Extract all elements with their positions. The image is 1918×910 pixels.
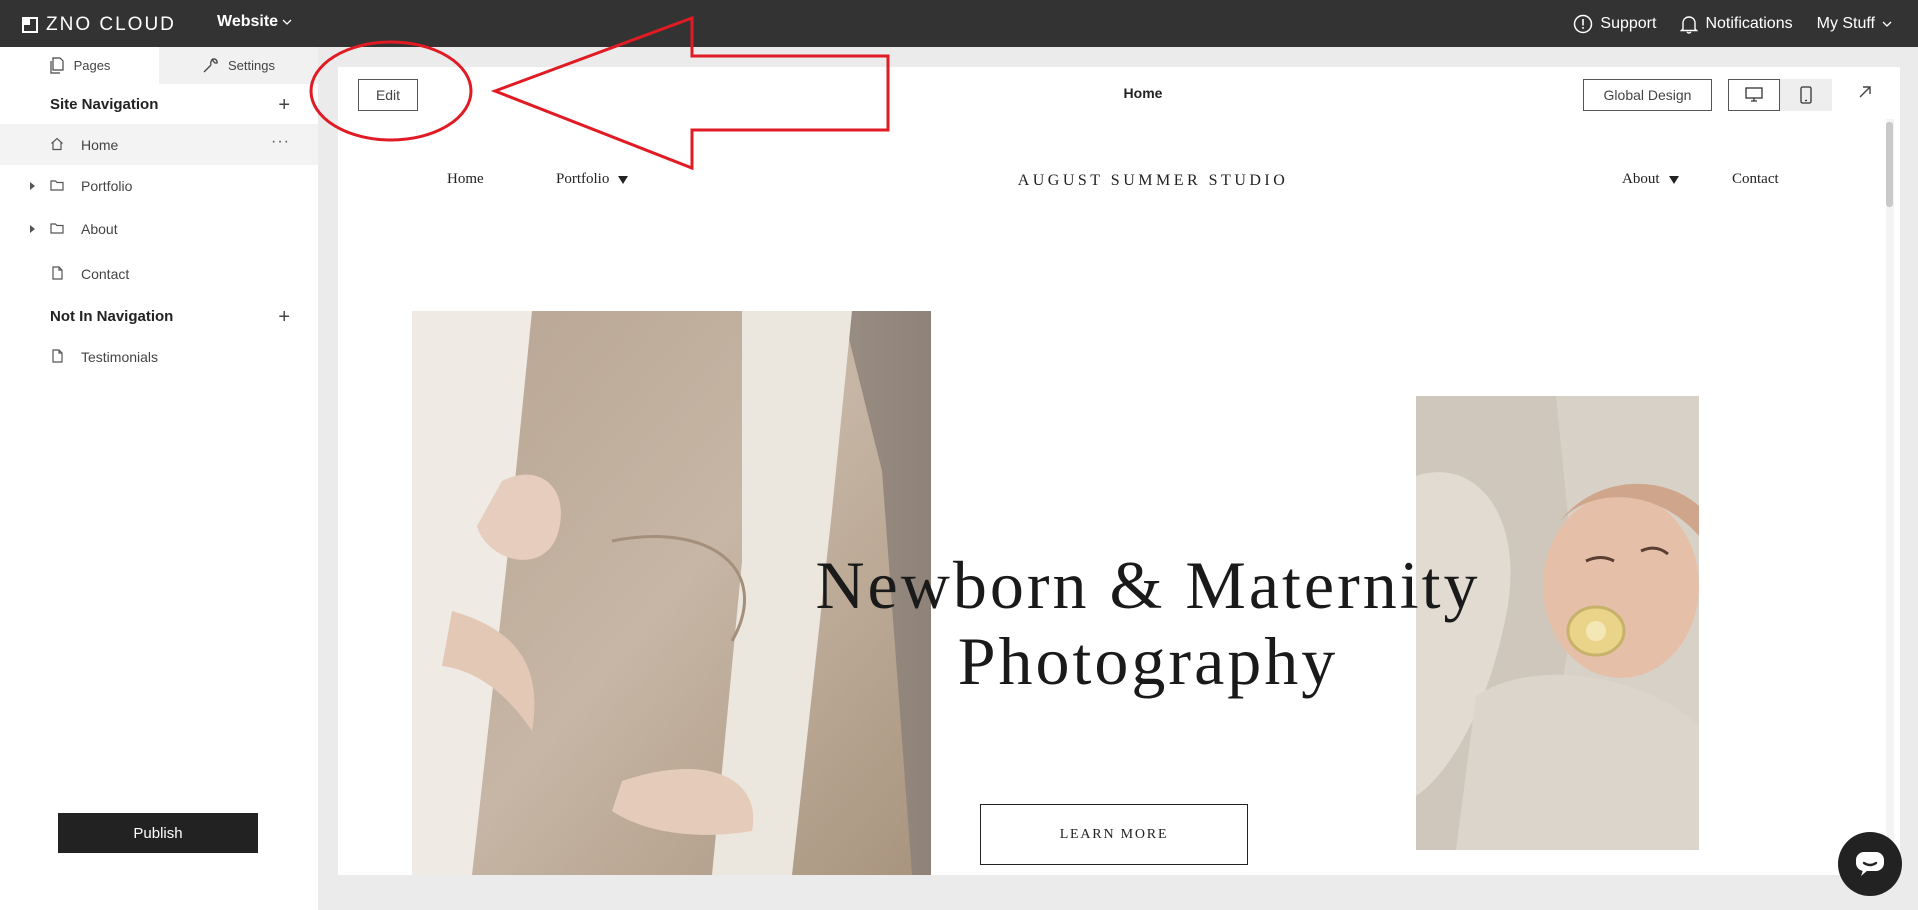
folder-icon (50, 180, 64, 191)
editor-canvas: Edit Home Global Design Home Portfolio A… (338, 67, 1900, 875)
sidebar: Pages Settings Site Navigation + Home ··… (0, 47, 318, 910)
scrollbar-track[interactable] (1886, 119, 1894, 859)
sidebar-item-label: Portfolio (81, 177, 133, 194)
sidebar-item-contact[interactable]: Contact (0, 251, 318, 296)
scrollbar-thumb[interactable] (1886, 122, 1893, 207)
tab-settings[interactable]: Settings (159, 47, 318, 84)
publish-button[interactable]: Publish (58, 813, 258, 853)
logo-mark-icon (22, 17, 38, 33)
support-icon (1574, 14, 1593, 33)
site-nav-about-label: About (1622, 171, 1660, 187)
website-menu-label: Website (217, 13, 279, 30)
sidebar-item-label: About (81, 220, 118, 237)
logo-text: ZNO CLOUD (46, 14, 176, 35)
sidebar-item-testimonials[interactable]: Testimonials (0, 336, 318, 377)
site-brand[interactable]: AUGUST SUMMER STUDIO (983, 172, 1323, 190)
home-icon (51, 137, 63, 151)
more-options-icon[interactable]: ··· (271, 133, 290, 151)
hero-title-line1: Newborn & Maternity (815, 547, 1481, 623)
not-in-navigation-heading: Not In Navigation + (0, 296, 318, 336)
chevron-down-icon (1882, 21, 1892, 27)
expand-caret-icon[interactable] (30, 182, 35, 190)
site-navigation-heading: Site Navigation + (0, 84, 318, 124)
logo[interactable]: ZNO CLOUD (22, 14, 176, 36)
pages-icon (49, 57, 64, 74)
sidebar-item-portfolio[interactable]: Portfolio (0, 165, 318, 206)
notifications-link[interactable]: Notifications (1680, 14, 1793, 34)
tab-pages[interactable]: Pages (0, 47, 159, 84)
dropdown-triangle-icon (618, 175, 629, 184)
site-nav-portfolio[interactable]: Portfolio (556, 171, 629, 188)
chat-icon (1856, 852, 1884, 876)
page-icon (52, 266, 63, 280)
website-preview: Home Portfolio AUGUST SUMMER STUDIO Abou… (338, 67, 1886, 875)
hero-title-line2: Photography (957, 623, 1339, 699)
expand-caret-icon[interactable] (30, 225, 35, 233)
site-nav-about[interactable]: About (1622, 171, 1679, 188)
chat-support-button[interactable] (1838, 832, 1902, 896)
sidebar-item-label: Testimonials (81, 348, 159, 365)
sidebar-item-label: Home (81, 136, 119, 153)
hero-title[interactable]: Newborn & Maternity Photography (708, 547, 1588, 699)
folder-icon (50, 223, 64, 234)
not-in-navigation-label: Not In Navigation (50, 307, 174, 325)
my-stuff-label: My Stuff (1816, 14, 1875, 32)
add-nav-page-button[interactable]: + (278, 94, 290, 117)
my-stuff-menu[interactable]: My Stuff (1817, 15, 1892, 33)
site-nav-contact-label: Contact (1732, 171, 1779, 187)
chevron-down-icon (282, 19, 292, 25)
site-nav-home-label: Home (447, 171, 484, 187)
bell-icon (1680, 15, 1699, 34)
website-menu[interactable]: Website (217, 13, 292, 31)
sidebar-item-home[interactable]: Home ··· (0, 124, 318, 165)
sidebar-tabs: Pages Settings (0, 47, 318, 84)
site-nav-contact[interactable]: Contact (1732, 171, 1779, 188)
support-label: Support (1600, 14, 1657, 32)
top-right-menu: Support Notifications My Stuff (1573, 0, 1892, 47)
site-nav-portfolio-label: Portfolio (556, 171, 610, 187)
top-bar: ZNO CLOUD Website Support Notifications … (0, 0, 1918, 47)
tab-settings-label: Settings (228, 58, 275, 73)
site-navigation-label: Site Navigation (50, 95, 159, 113)
sidebar-item-label: Contact (81, 265, 130, 282)
wrench-icon (203, 58, 218, 73)
site-nav-home[interactable]: Home (447, 171, 484, 188)
learn-more-button[interactable]: LEARN MORE (980, 804, 1248, 865)
support-link[interactable]: Support (1573, 14, 1656, 34)
sidebar-item-about[interactable]: About (0, 206, 318, 251)
add-hidden-page-button[interactable]: + (278, 306, 290, 329)
page-icon (52, 349, 63, 363)
tab-pages-label: Pages (73, 58, 111, 73)
notifications-label: Notifications (1705, 14, 1793, 32)
dropdown-triangle-icon (1668, 175, 1679, 184)
